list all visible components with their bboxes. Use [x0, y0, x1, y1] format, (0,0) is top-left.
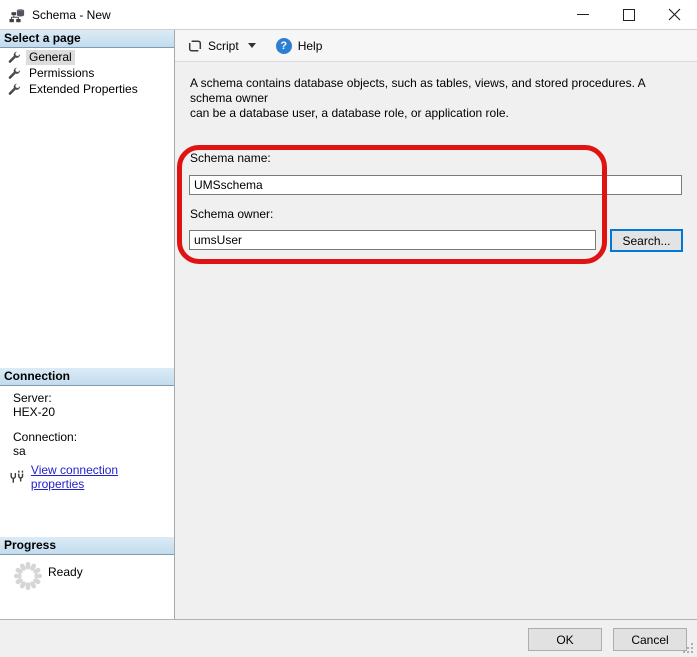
close-icon	[668, 8, 681, 21]
progress-header: Progress	[0, 537, 174, 555]
schema-name-input[interactable]	[189, 175, 682, 195]
maximize-icon	[623, 9, 635, 21]
view-connection-properties-row: View connection properties	[10, 463, 174, 491]
schema-owner-label: Schema owner:	[190, 207, 273, 221]
help-question-icon: ?	[276, 38, 292, 54]
connection-header: Connection	[0, 368, 174, 386]
minimize-button[interactable]	[560, 0, 605, 29]
resize-grip[interactable]	[691, 651, 693, 653]
ok-button[interactable]: OK	[528, 628, 602, 651]
plug-icon	[10, 469, 25, 485]
server-value: HEX-20	[13, 405, 55, 419]
maximize-button[interactable]	[606, 0, 651, 29]
connection-label: Connection:	[13, 430, 77, 444]
description-line: A schema contains database objects, such…	[190, 76, 688, 106]
sidebar-item-label: Permissions	[26, 66, 97, 81]
chevron-down-icon[interactable]	[248, 43, 256, 48]
select-page-header: Select a page	[0, 30, 174, 48]
help-label: Help	[298, 39, 323, 53]
progress-status: Ready	[48, 565, 83, 579]
view-connection-properties-link[interactable]: View connection properties	[31, 463, 174, 491]
spinner-icon	[12, 560, 44, 592]
title-bar: Schema - New	[0, 0, 697, 30]
schema-new-dialog: Schema - New Select a page General Permi…	[0, 0, 697, 657]
wrench-icon	[8, 51, 21, 64]
window-title: Schema - New	[32, 8, 111, 22]
sidebar-item-permissions[interactable]: Permissions	[0, 65, 174, 81]
description-line: can be a database user, a database role,…	[190, 106, 688, 121]
server-label: Server:	[13, 391, 52, 405]
script-button[interactable]: Script	[184, 36, 259, 56]
sidebar-item-label: General	[26, 50, 75, 65]
script-icon	[187, 38, 203, 54]
close-button[interactable]	[652, 0, 697, 29]
wrench-icon	[8, 67, 21, 80]
footer-bar: OK Cancel	[0, 619, 697, 657]
schema-description: A schema contains database objects, such…	[190, 76, 688, 121]
sidebar: Select a page General Permissions Extend…	[0, 30, 175, 619]
minimize-icon	[577, 14, 589, 15]
help-button[interactable]: ? Help	[273, 36, 326, 56]
schema-owner-input[interactable]	[189, 230, 596, 250]
toolbar: Script ? Help	[175, 30, 697, 62]
schema-icon	[9, 7, 25, 23]
sidebar-item-extended-properties[interactable]: Extended Properties	[0, 81, 174, 97]
schema-name-label: Schema name:	[190, 151, 271, 165]
script-label: Script	[208, 39, 239, 53]
sidebar-item-label: Extended Properties	[26, 82, 141, 97]
wrench-icon	[8, 83, 21, 96]
sidebar-item-general[interactable]: General	[0, 49, 174, 65]
connection-value: sa	[13, 444, 26, 458]
main-panel: Script ? Help A schema contains database…	[175, 30, 697, 619]
search-button[interactable]: Search...	[610, 229, 683, 252]
cancel-button[interactable]: Cancel	[613, 628, 687, 651]
